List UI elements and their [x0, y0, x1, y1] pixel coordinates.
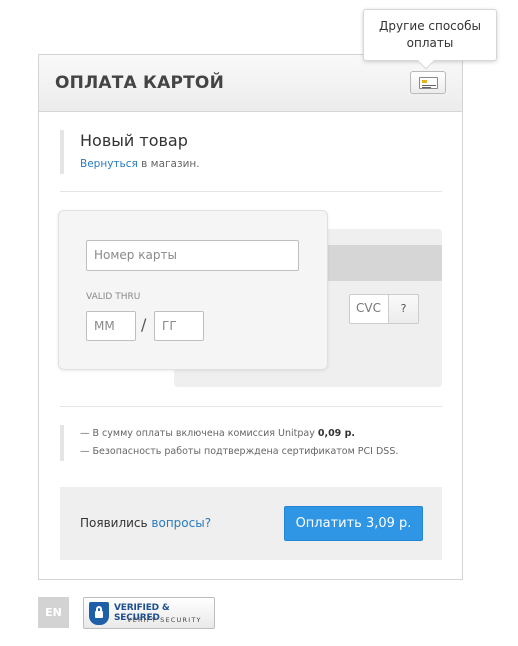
- card-front: Номер карты VALID THRU ММ / ГГ: [58, 210, 328, 370]
- card-number-input[interactable]: Номер карты: [86, 240, 299, 271]
- valid-thru-label: VALID THRU: [86, 292, 141, 302]
- questions-link[interactable]: вопросы?: [151, 516, 211, 530]
- back-to-shop: Вернуться в магазин.: [80, 158, 420, 170]
- panel-footer: Появились вопросы? Оплатить 3,09 р.: [60, 487, 442, 560]
- security-badge: VERIFIED & SECURED VERIFY SECURITY: [83, 597, 215, 629]
- questions-text: Появились вопросы?: [80, 516, 212, 530]
- panel-header: ОПЛАТА КАРТОЙ: [39, 55, 462, 112]
- payment-methods-button[interactable]: [410, 71, 446, 94]
- back-link[interactable]: Вернуться: [80, 158, 138, 170]
- page-title: ОПЛАТА КАРТОЙ: [55, 73, 225, 93]
- commission-note: — В сумму оплаты включена комиссия Unitp…: [80, 428, 355, 439]
- card-icon: [419, 77, 438, 89]
- commission-amount: 0,09 р.: [317, 428, 355, 439]
- divider: [60, 406, 442, 407]
- expiry-month-input[interactable]: ММ: [86, 311, 136, 341]
- language-button[interactable]: EN: [38, 597, 69, 628]
- payment-panel: ОПЛАТА КАРТОЙ Новый товар Вернуться в ма…: [38, 54, 463, 580]
- payment-notes: — В сумму оплаты включена комиссия Unitp…: [60, 425, 420, 461]
- pay-button[interactable]: Оплатить 3,09 р.: [284, 506, 423, 541]
- expiry-separator: /: [141, 315, 147, 334]
- product-block: Новый товар Вернуться в магазин.: [60, 130, 420, 174]
- back-suffix: в магазин.: [137, 158, 200, 170]
- other-methods-tooltip: Другие способы оплаты: [363, 9, 497, 70]
- badge-subtitle: VERIFY SECURITY: [127, 616, 202, 624]
- product-name: Новый товар: [80, 131, 188, 150]
- shield-lock-icon: [89, 602, 109, 625]
- cvc-help-button[interactable]: ?: [389, 294, 419, 324]
- security-note: — Безопасность работы подтверждена серти…: [80, 446, 399, 457]
- expiry-year-input[interactable]: ГГ: [154, 311, 204, 341]
- cvc-input[interactable]: CVC: [349, 294, 389, 324]
- tooltip-text: Другие способы оплаты: [379, 19, 481, 50]
- divider: [60, 191, 442, 192]
